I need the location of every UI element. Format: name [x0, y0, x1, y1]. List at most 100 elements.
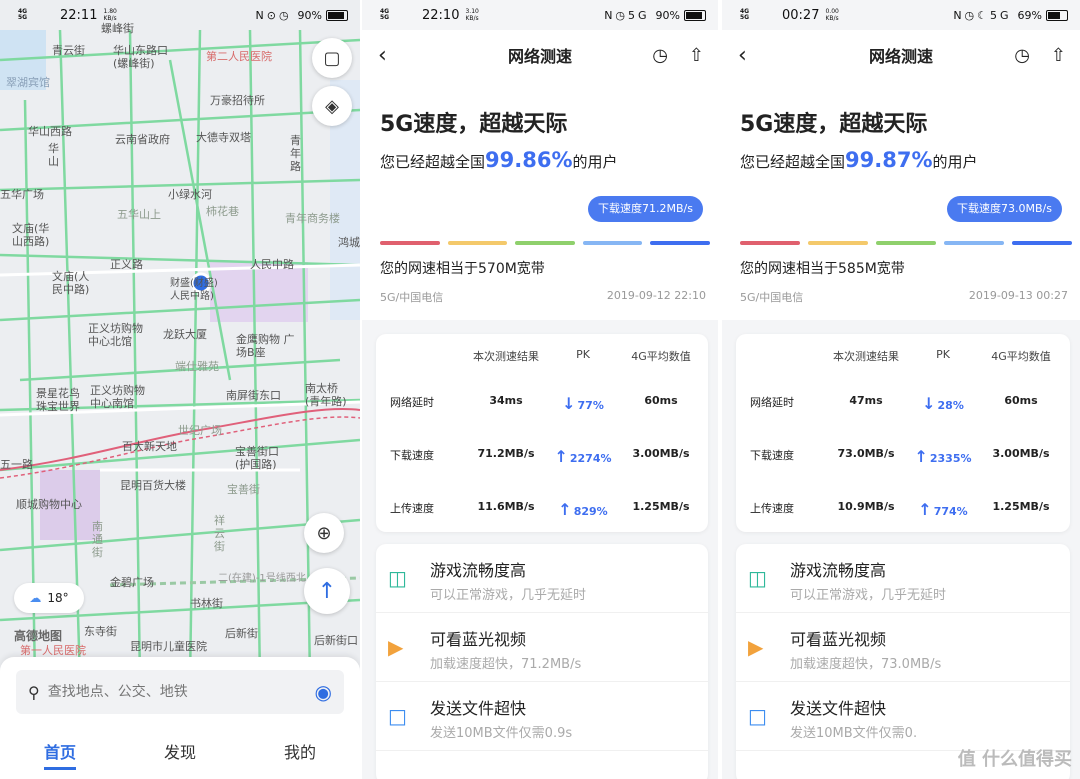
map-label: 小绿水河: [168, 188, 212, 201]
temperature: 18°: [47, 591, 69, 605]
map-label: 世纪广场: [178, 424, 222, 437]
list-item[interactable]: ▶ 可看蓝光视频 加载速度超快，73.0MB/s: [736, 613, 1070, 682]
map-label: 宝善街口 (护国路): [235, 445, 279, 471]
tab-mine[interactable]: 我的: [284, 739, 316, 770]
play-icon: ▶: [748, 635, 764, 659]
history-icon[interactable]: ◷: [1014, 45, 1030, 66]
map-label: 五一路: [0, 458, 33, 471]
map-label: 正义坊购物 中心南馆: [90, 384, 145, 410]
search-bar[interactable]: ⚲ ◉: [16, 670, 344, 714]
feedback-icon[interactable]: ▢: [312, 38, 352, 78]
feature-list: ◫ 游戏流畅度高 可以正常游戏，几乎无延时 ▶ 可看蓝光视频 加载速度超快，71…: [376, 544, 708, 779]
battery-icon: [684, 9, 706, 21]
up-arrow-icon: ↑: [914, 447, 928, 466]
beat-percent: 99.87%: [845, 148, 933, 172]
carrier: 5G/中国电信: [380, 291, 444, 304]
history-icon[interactable]: ◷: [652, 45, 668, 66]
status-icons: N⊙◷: [255, 8, 292, 22]
nav-bar: ‹ 网络测速 ◷ ⇧: [362, 30, 718, 80]
watermark: 值 什么值得买: [957, 749, 1072, 770]
map-label: 文庙(人 民中路): [52, 270, 90, 296]
map-label: 鸿城: [338, 236, 360, 249]
map-label: 正义坊购物 中心北馆: [88, 322, 143, 348]
signal-icon: 4G 5G: [740, 8, 750, 21]
battery-level: 90%: [655, 8, 680, 22]
map-label: 云南省政府: [115, 133, 170, 146]
map-label: 华山东路口 (螺峰街): [113, 44, 168, 70]
play-icon: ▶: [388, 635, 404, 659]
page-title: 网络测速: [507, 47, 572, 66]
map-label: 昆明市儿童医院: [130, 640, 207, 653]
share-icon[interactable]: ⇧: [689, 45, 704, 66]
map-label: 二(在建)-1号线西北: [218, 573, 306, 584]
gamepad-icon: ◫: [388, 566, 407, 590]
map-label: 五华广场: [0, 188, 44, 201]
status-icons: N◷5G: [604, 8, 650, 22]
map-label: 后新街口: [314, 634, 358, 647]
battery-icon: [326, 9, 348, 21]
nav-bar: ‹ 网络测速 ◷ ⇧: [722, 30, 1080, 80]
status-time: 22:11: [60, 7, 98, 23]
up-arrow-icon: ↑: [558, 500, 572, 519]
list-item[interactable]: ▶ 可看蓝光视频 加载速度超快，71.2MB/s: [376, 613, 708, 682]
list-item[interactable]: ◫ 游戏流畅度高 可以正常游戏，几乎无延时: [376, 544, 708, 613]
result-summary: 5G速度，超越天际 您已经超越全国99.87%的用户 下载速度73.0MB/s …: [722, 80, 1080, 320]
test-datetime: 2019-09-12 22:10: [606, 289, 706, 302]
back-icon[interactable]: ‹: [378, 43, 387, 68]
share-icon[interactable]: ⇧: [1051, 45, 1066, 66]
search-input[interactable]: [47, 684, 315, 700]
map-label: 南太桥 (青年路): [305, 382, 347, 408]
net-speed: 1.80 KB/s: [103, 8, 117, 22]
page-title: 网络测速: [868, 47, 933, 66]
layers-icon[interactable]: ◈: [312, 86, 352, 126]
bottom-sheet: ⚲ ◉ 首页 发现 我的: [0, 657, 360, 779]
table-header: 本次测速结果 PK 4G平均数值: [833, 348, 1051, 363]
download-bubble: 下载速度71.2MB/s: [588, 196, 703, 222]
map-label: 大德寺双塔: [196, 131, 251, 144]
folder-icon: □: [388, 704, 407, 728]
list-item[interactable]: ◫ 游戏流畅度高 可以正常游戏，几乎无延时: [736, 544, 1070, 613]
map-label: 金碧广场: [110, 576, 154, 589]
table-header: 本次测速结果 PK 4G平均数值: [473, 348, 691, 363]
map-screen: 青云街 螺峰街 华山东路口 (螺峰街) 第二人民医院 翠湖宾馆 万豪招待所 云南…: [0, 0, 360, 779]
up-arrow-icon: ↑: [918, 500, 932, 519]
carrier: 5G/中国电信: [740, 291, 804, 304]
assistant-icon[interactable]: ◉: [315, 680, 332, 704]
comparison-table: 本次测速结果 PK 4G平均数值 网络延时 34ms ↓ 77% 60ms 下载速度…: [376, 334, 708, 532]
status-time: 22:10: [422, 7, 460, 23]
bandwidth-equiv: 您的网速相当于570M宽带: [380, 261, 545, 277]
net-speed: 3.10 KB/s: [465, 8, 479, 22]
map-view[interactable]: 青云街 螺峰街 华山东路口 (螺峰街) 第二人民医院 翠湖宾馆 万豪招待所 云南…: [0, 0, 360, 680]
list-item[interactable]: □ 发送文件超快 发送10MB文件仅需0.: [736, 682, 1070, 751]
beat-text: 您已经超越全国99.86%的用户: [380, 148, 618, 172]
map-label: 文庙(华 山西路): [12, 222, 50, 248]
map-label: 百大新天地: [122, 440, 177, 453]
feature-list: ◫ 游戏流畅度高 可以正常游戏，几乎无延时 ▶ 可看蓝光视频 加载速度超快，73…: [736, 544, 1070, 779]
map-label: 青云街: [52, 44, 85, 57]
weather-widget[interactable]: ☁ 18°: [14, 583, 84, 613]
speedtest-screen-1: 4G 5G 22:10 3.10 KB/s N◷5G 90% ‹ 网络测速 ◷ ⇧…: [360, 0, 718, 779]
table-row: 上传速度 10.9MB/s ↑ 774% 1.25MB/s: [750, 500, 1050, 519]
map-label: 华山西路: [28, 125, 72, 138]
search-icon: ⚲: [28, 682, 40, 702]
list-item[interactable]: □ 发送文件超快 发送10MB文件仅需0.9s: [376, 682, 708, 751]
route-icon[interactable]: ↑: [304, 568, 350, 614]
down-arrow-icon: ↓: [922, 394, 936, 413]
map-label: 五华山上: [117, 208, 161, 221]
battery-level: 69%: [1017, 8, 1042, 22]
map-label: 正义路: [110, 258, 143, 271]
tab-discover[interactable]: 发现: [164, 739, 196, 770]
map-label: 南 通 街: [92, 520, 103, 559]
headline: 5G速度，超越天际: [380, 112, 568, 137]
tab-home[interactable]: 首页: [43, 739, 76, 770]
cloud-icon: ☁: [29, 591, 42, 605]
locate-icon[interactable]: ⊕: [304, 513, 344, 553]
map-label: 东寺街: [84, 625, 117, 638]
map-label: 后新街: [225, 627, 258, 640]
bandwidth-equiv: 您的网速相当于585M宽带: [740, 261, 905, 277]
map-label: 南屏街东口: [226, 389, 281, 402]
back-icon[interactable]: ‹: [738, 43, 747, 68]
map-label: 财盛(财盛)人民中路): [170, 278, 218, 302]
net-speed: 0.00 KB/s: [825, 8, 839, 22]
beat-text: 您已经超越全国99.87%的用户: [740, 148, 978, 172]
